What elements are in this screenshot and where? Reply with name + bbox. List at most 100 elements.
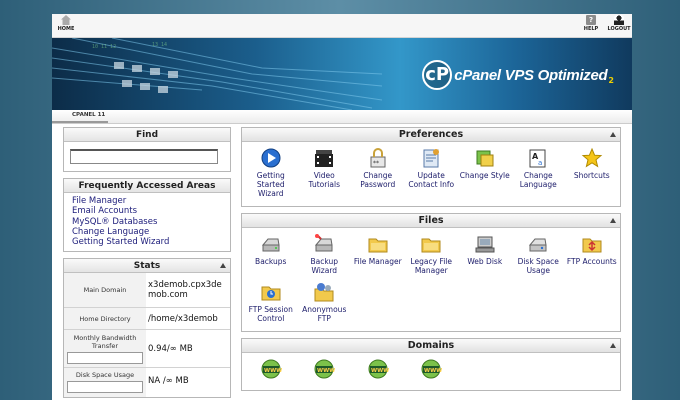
web-disk-icon <box>474 233 496 255</box>
faa-link-file-manager[interactable]: File Manager <box>72 196 222 206</box>
files-header: Files <box>242 214 620 228</box>
stats-header: Stats <box>64 259 230 274</box>
files-item[interactable]: File Manager <box>351 231 405 275</box>
cpanel-logo: cP cPanel VPS Optimized 2 <box>422 60 614 90</box>
www-icon: WWW <box>367 358 389 380</box>
files-item[interactable]: FTP Accounts <box>565 231 619 275</box>
files-item-label: Web Disk <box>467 257 503 266</box>
svg-text:a: a <box>538 159 542 167</box>
cpanel-logo-suffix: 2 <box>608 75 614 85</box>
top-navigation: HOME ? HELP LOGOUT <box>52 14 632 38</box>
stat-value: x3demob.cpx3demob.com <box>148 280 222 301</box>
files-item[interactable]: Backups <box>244 231 298 275</box>
files-item[interactable]: Legacy File Manager <box>405 231 459 275</box>
preferences-item[interactable]: Update Contact Info <box>405 145 459 198</box>
preferences-item-label: Change Password <box>360 171 396 189</box>
drive-icon <box>260 233 282 255</box>
files-item-label: FTP Session Control <box>248 305 293 323</box>
disk-icon <box>527 233 549 255</box>
right-column: Preferences Getting Started Wizard Video … <box>241 127 621 397</box>
logout-button[interactable]: LOGOUT <box>607 15 631 32</box>
stat-label: Disk Space Usage <box>75 371 135 380</box>
help-button[interactable]: ? HELP <box>579 15 603 32</box>
preferences-item[interactable]: Change Style <box>458 145 512 198</box>
find-input[interactable] <box>70 148 218 164</box>
collapse-arrow-icon[interactable] <box>610 132 616 137</box>
faa-link-email-accounts[interactable]: Email Accounts <box>72 206 222 216</box>
files-item-label: Disk Space Usage <box>517 257 559 275</box>
stat-label: Home Directory <box>64 308 146 330</box>
frequently-accessed-title: Frequently Accessed Areas <box>64 179 230 193</box>
files-box: Files Backups Backup Wizard File Manager Le… <box>241 213 621 332</box>
domains-item[interactable]: WWW <box>405 356 459 382</box>
files-item-label: Legacy File Manager <box>410 257 452 275</box>
home-icon <box>61 15 71 25</box>
svg-text:13 14: 13 14 <box>152 42 167 48</box>
svg-text:WWW: WWW <box>424 368 442 374</box>
ftp-session-icon <box>260 281 282 303</box>
files-item-label: Anonymous FTP <box>302 305 347 323</box>
preferences-item-label: Change Language <box>519 171 557 189</box>
collapse-arrow-icon[interactable] <box>610 218 616 223</box>
files-grid: Backups Backup Wizard File Manager Legacy F… <box>242 228 620 331</box>
preferences-item[interactable]: Video Tutorials <box>298 145 352 198</box>
collapse-arrow-icon[interactable] <box>220 263 226 269</box>
domains-item[interactable]: WWW <box>298 356 352 382</box>
ftp-icon <box>581 233 603 255</box>
svg-text:WWW: WWW <box>317 368 335 374</box>
faa-link-getting-started-wizard[interactable]: Getting Started Wizard <box>72 237 222 247</box>
stat-label: Monthly Bandwidth Transfer <box>73 333 137 350</box>
stats-title: Stats <box>133 261 161 272</box>
preferences-item-label: Getting Started Wizard <box>256 171 285 198</box>
bandwidth-usage-bar <box>67 351 143 364</box>
home-label: HOME <box>57 26 75 32</box>
disk-usage-bar <box>67 381 143 394</box>
breadcrumb[interactable]: CPANEL 11 <box>72 112 105 118</box>
preferences-item-label: Update Contact Info <box>408 171 455 189</box>
stat-value: /home/x3demob <box>148 313 218 324</box>
faa-link-change-language[interactable]: Change Language <box>72 227 222 237</box>
banner: 10 11 12 13 14 cP cPanel VPS Optimized 2 <box>52 38 632 110</box>
svg-text:10 11 12: 10 11 12 <box>92 44 116 50</box>
left-column: Find Frequently Accessed Areas File Mana… <box>63 127 231 400</box>
domains-title: Domains <box>407 340 455 351</box>
domains-item[interactable]: WWW <box>351 356 405 382</box>
video-icon <box>313 147 335 169</box>
folder-icon <box>420 233 442 255</box>
domains-box: Domains WWW WWW WWW WWW <box>241 338 621 391</box>
faa-link-mysql-databases[interactable]: MySQL® Databases <box>72 217 222 227</box>
files-item-label: File Manager <box>353 257 402 266</box>
breadcrumb-bar: CPANEL 11 <box>52 110 632 124</box>
files-item[interactable]: Backup Wizard <box>298 231 352 275</box>
preferences-item[interactable]: Shortcuts <box>565 145 619 198</box>
collapse-arrow-icon[interactable] <box>610 343 616 348</box>
domains-header: Domains <box>242 339 620 353</box>
files-title: Files <box>418 215 444 226</box>
stats-box: Stats Main Domain x3demob.cpx3demob.com … <box>63 258 231 399</box>
preferences-item[interactable]: Aa Change Language <box>512 145 566 198</box>
stat-label-with-bar: Disk Space Usage <box>64 368 146 398</box>
preferences-item-label: Change Style <box>459 171 510 180</box>
help-label: HELP <box>583 26 599 32</box>
files-item-label: FTP Accounts <box>566 257 617 266</box>
star-icon <box>581 147 603 169</box>
backup-wizard-icon <box>313 233 335 255</box>
logout-label: LOGOUT <box>607 26 631 32</box>
stat-row: Disk Space Usage NA /∞ MB <box>64 367 230 398</box>
folder-icon <box>367 233 389 255</box>
home-button[interactable]: HOME <box>54 15 78 32</box>
password-icon: ** <box>367 147 389 169</box>
files-item[interactable]: FTP Session Control <box>244 279 298 323</box>
files-item[interactable]: Disk Space Usage <box>512 231 566 275</box>
logout-icon <box>614 15 624 25</box>
svg-text:**: ** <box>373 160 379 167</box>
domains-item[interactable]: WWW <box>244 356 298 382</box>
preferences-item[interactable]: ** Change Password <box>351 145 405 198</box>
find-box: Find <box>63 127 231 172</box>
files-item[interactable]: Web Disk <box>458 231 512 275</box>
preferences-item[interactable]: Getting Started Wizard <box>244 145 298 198</box>
files-item[interactable]: Anonymous FTP <box>298 279 352 323</box>
stat-label: Main Domain <box>64 273 146 308</box>
domains-grid: WWW WWW WWW WWW <box>242 353 620 390</box>
preferences-item-label: Video Tutorials <box>308 171 340 189</box>
